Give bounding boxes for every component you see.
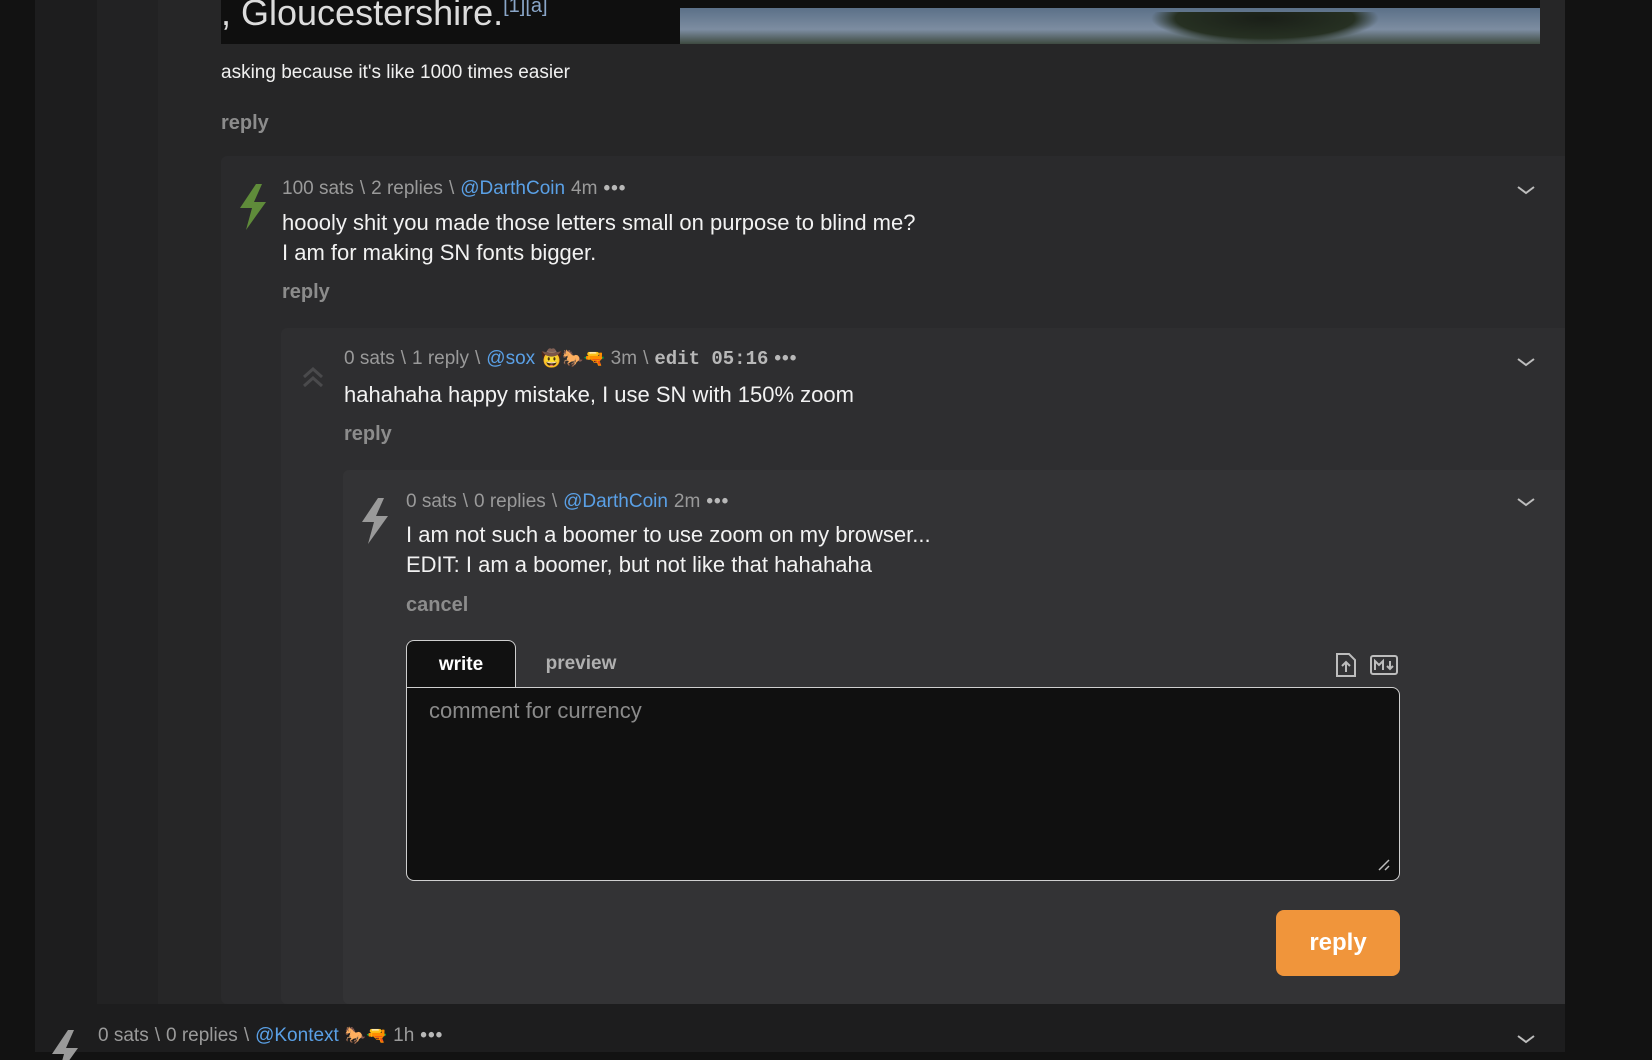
markdown-icon[interactable] [1370,652,1398,678]
reply-link[interactable]: reply [221,112,269,135]
sats-count: 0 sats [98,1025,149,1046]
comment-text: hahahaha happy mistake, I use SN with 15… [344,382,854,407]
tab-write[interactable]: write [406,640,516,688]
collapse-icon[interactable] [1516,184,1536,196]
collapse-icon[interactable] [1516,496,1536,508]
user-link[interactable]: @Kontext [255,1025,339,1047]
comment-meta: 0 sats \ 0 replies \ @DarthCoin 2m ••• [406,491,730,513]
timestamp[interactable]: 2m [674,491,700,513]
more-menu-icon[interactable]: ••• [420,1025,443,1047]
cancel-link[interactable]: cancel [406,594,468,617]
tab-preview[interactable]: preview [526,640,636,688]
image-footnote: [1][a] [503,0,548,17]
comment-meta: 100 sats \ 2 replies \ @DarthCoin 4m ••• [282,178,627,200]
sats-count: 0 sats [406,491,457,512]
sats-count: 100 sats [282,178,354,199]
upvote-bolt-icon[interactable] [360,498,390,544]
collapse-icon[interactable] [1516,356,1536,368]
embedded-image: , Gloucestershire.[1][a] [221,0,1540,44]
user-link[interactable]: @DarthCoin [563,491,668,513]
reply-link[interactable]: reply [344,423,392,446]
more-menu-icon[interactable]: ••• [706,491,729,513]
badge-icons: 🤠🐎🔫 [541,349,605,368]
comment-text-line: I am not such a boomer to use zoom on my… [406,522,931,547]
editor-tabs: write preview [406,640,1400,688]
timestamp[interactable]: 1h [393,1025,414,1047]
edit-timer[interactable]: edit 05:16 [654,348,768,370]
embedded-photo [680,8,1540,44]
comment-input[interactable] [406,687,1400,881]
more-menu-icon[interactable]: ••• [603,178,626,200]
upload-icon[interactable] [1334,652,1358,678]
badge-icons: 🐎🔫 [344,1026,388,1045]
replies-count[interactable]: 2 replies [371,178,443,200]
comment-meta: 0 sats \ 1 reply \ @sox 🤠🐎🔫 3m \ edit 05… [344,348,798,370]
reply-submit-button[interactable]: reply [1276,910,1400,976]
reply-link[interactable]: reply [282,281,330,304]
comment-text-line: hoooly shit you made those letters small… [282,210,916,235]
timestamp[interactable]: 4m [571,178,597,200]
comment-text-line: EDIT: I am a boomer, but not like that h… [406,552,872,577]
comment-text-line: I am for making SN fonts bigger. [282,240,597,265]
upvote-arrow-icon[interactable] [300,364,326,390]
upvote-bolt-icon[interactable] [50,1030,80,1060]
replies-count[interactable]: 1 reply [412,348,469,370]
user-link[interactable]: @sox [486,348,535,370]
user-link[interactable]: @DarthCoin [460,178,565,200]
collapse-icon[interactable] [1516,1033,1536,1045]
upvote-bolt-icon[interactable] [238,184,268,230]
more-menu-icon[interactable]: ••• [774,348,797,370]
comment-text: asking because it's like 1000 times easi… [221,62,570,83]
comment-meta: 0 sats \ 0 replies \ @Kontext 🐎🔫 1h ••• [98,1025,444,1047]
resize-handle-icon[interactable] [1375,856,1391,872]
timestamp[interactable]: 3m [611,348,637,370]
sats-count: 0 sats [344,348,395,369]
image-caption: , Gloucestershire. [221,0,504,33]
replies-count[interactable]: 0 replies [474,491,546,513]
replies-count[interactable]: 0 replies [166,1025,238,1047]
